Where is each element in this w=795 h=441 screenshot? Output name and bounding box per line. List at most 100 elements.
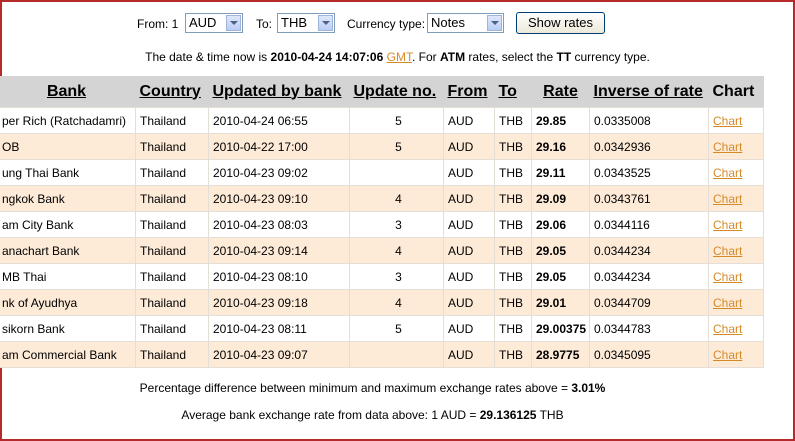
cell-bank: ung Thai Bank xyxy=(0,159,136,186)
info-mid: . For xyxy=(411,50,440,64)
cell-country: Thailand xyxy=(135,237,209,264)
header-bank[interactable]: Bank xyxy=(0,76,136,108)
cell-country: Thailand xyxy=(135,315,209,342)
cell-country: Thailand xyxy=(135,263,209,290)
cell-update-no: 5 xyxy=(349,133,444,160)
cell-country: Thailand xyxy=(135,341,209,368)
window-frame-top xyxy=(0,0,795,2)
cell-country: Thailand xyxy=(135,159,209,186)
cell-updated: 2010-04-24 06:55 xyxy=(208,107,350,134)
cell-bank: sikorn Bank xyxy=(0,315,136,342)
cell-bank: am City Bank xyxy=(0,211,136,238)
cell-update-no: 4 xyxy=(349,237,444,264)
cell-to: THB xyxy=(494,289,532,316)
cell-update-no: 3 xyxy=(349,211,444,238)
cell-country: Thailand xyxy=(135,289,209,316)
table-row: anachart Bank Thailand 2010-04-23 09:14 4 AU… xyxy=(0,237,764,264)
cell-from: AUD xyxy=(443,315,495,342)
cell-update-no xyxy=(349,341,444,368)
bank-name: anachart Bank xyxy=(2,243,80,258)
bank-name: am Commercial Bank xyxy=(2,347,117,362)
cell-bank: MB Thai xyxy=(0,263,136,290)
cell-rate: 29.00375 xyxy=(531,315,590,342)
chevron-down-icon[interactable] xyxy=(487,15,502,31)
to-currency-select[interactable]: THB xyxy=(277,13,335,33)
cell-chart: Chart xyxy=(708,341,764,368)
bank-name: MB Thai xyxy=(2,269,47,284)
header-updated[interactable]: Updated by bank xyxy=(208,76,350,108)
table-row: OB Thailand 2010-04-22 17:00 5 AUD THB 29.16 0.… xyxy=(0,133,764,160)
chart-link[interactable]: Chart xyxy=(713,270,742,284)
percentage-difference: Percentage difference between minimum an… xyxy=(0,381,745,395)
cell-bank: OB xyxy=(0,133,136,160)
chevron-down-icon[interactable] xyxy=(318,15,333,31)
cell-bank: anachart Bank xyxy=(0,237,136,264)
cell-from: AUD xyxy=(443,107,495,134)
cell-to: THB xyxy=(494,341,532,368)
cell-inverse: 0.0335008 xyxy=(589,107,709,134)
chart-link[interactable]: Chart xyxy=(713,166,742,180)
cell-to: THB xyxy=(494,315,532,342)
cell-inverse: 0.0342936 xyxy=(589,133,709,160)
table-row: per Rich (Ratchadamri) Thailand 2010-04-24… xyxy=(0,107,764,134)
currency-type-select[interactable]: Notes xyxy=(427,13,504,33)
info-mid2: rates, select the xyxy=(465,50,557,64)
cell-country: Thailand xyxy=(135,107,209,134)
cell-updated: 2010-04-23 09:14 xyxy=(208,237,350,264)
chart-link[interactable]: Chart xyxy=(713,218,742,232)
cell-chart: Chart xyxy=(708,315,764,342)
pct-value: 3.01% xyxy=(571,381,606,395)
cell-chart: Chart xyxy=(708,263,764,290)
chart-link[interactable]: Chart xyxy=(713,348,742,362)
chart-link[interactable]: Chart xyxy=(713,296,742,310)
cell-updated: 2010-04-22 17:00 xyxy=(208,133,350,160)
chart-link[interactable]: Chart xyxy=(713,140,742,154)
cell-chart: Chart xyxy=(708,237,764,264)
cell-updated: 2010-04-23 08:03 xyxy=(208,211,350,238)
cell-updated: 2010-04-23 09:10 xyxy=(208,185,350,212)
cell-chart: Chart xyxy=(708,211,764,238)
cell-update-no: 4 xyxy=(349,289,444,316)
header-rate[interactable]: Rate xyxy=(531,76,590,108)
cell-rate: 28.9775 xyxy=(531,341,590,368)
cell-to: THB xyxy=(494,237,532,264)
average-rate: Average bank exchange rate from data abo… xyxy=(0,408,745,422)
cell-from: AUD xyxy=(443,211,495,238)
currency-type-value: Notes xyxy=(431,15,465,30)
from-label: From: 1 xyxy=(137,17,179,31)
header-from[interactable]: From xyxy=(443,76,495,108)
chart-link[interactable]: Chart xyxy=(713,192,742,206)
table-row: nk of Ayudhya Thailand 2010-04-23 09:18 4 AU… xyxy=(0,289,764,316)
chart-link[interactable]: Chart xyxy=(713,244,742,258)
cell-country: Thailand xyxy=(135,211,209,238)
to-currency-value: THB xyxy=(281,15,307,30)
from-currency-value: AUD xyxy=(189,15,217,30)
chart-link[interactable]: Chart xyxy=(713,114,742,128)
cell-chart: Chart xyxy=(708,107,764,134)
table-row: ngkok Bank Thailand 2010-04-23 09:10 4 AUD TH… xyxy=(0,185,764,212)
cell-rate: 29.11 xyxy=(531,159,590,186)
header-to[interactable]: To xyxy=(494,76,532,108)
header-chart: Chart xyxy=(708,76,764,108)
header-country[interactable]: Country xyxy=(135,76,209,108)
table-header-row: Bank Country Updated by bank Update no. … xyxy=(0,76,764,108)
table-row: am Commercial Bank Thailand 2010-04-23 09:… xyxy=(0,341,764,368)
from-currency-select[interactable]: AUD xyxy=(185,13,243,33)
cell-inverse: 0.0343525 xyxy=(589,159,709,186)
chart-link[interactable]: Chart xyxy=(713,322,742,336)
header-inverse[interactable]: Inverse of rate xyxy=(589,76,709,108)
cell-to: THB xyxy=(494,133,532,160)
cell-updated: 2010-04-23 08:11 xyxy=(208,315,350,342)
cell-updated: 2010-04-23 09:02 xyxy=(208,159,350,186)
cell-updated: 2010-04-23 08:10 xyxy=(208,263,350,290)
exchange-rate-table: Bank Country Updated by bank Update no. … xyxy=(0,76,764,368)
cell-inverse: 0.0344234 xyxy=(589,263,709,290)
cell-from: AUD xyxy=(443,133,495,160)
gmt-link[interactable]: GMT xyxy=(387,50,412,64)
cell-inverse: 0.0344783 xyxy=(589,315,709,342)
show-rates-button[interactable]: Show rates xyxy=(516,12,605,34)
header-update-no[interactable]: Update no. xyxy=(349,76,444,108)
chevron-down-icon[interactable] xyxy=(226,15,241,31)
cell-bank: per Rich (Ratchadamri) xyxy=(0,107,136,134)
cell-inverse: 0.0344116 xyxy=(589,211,709,238)
